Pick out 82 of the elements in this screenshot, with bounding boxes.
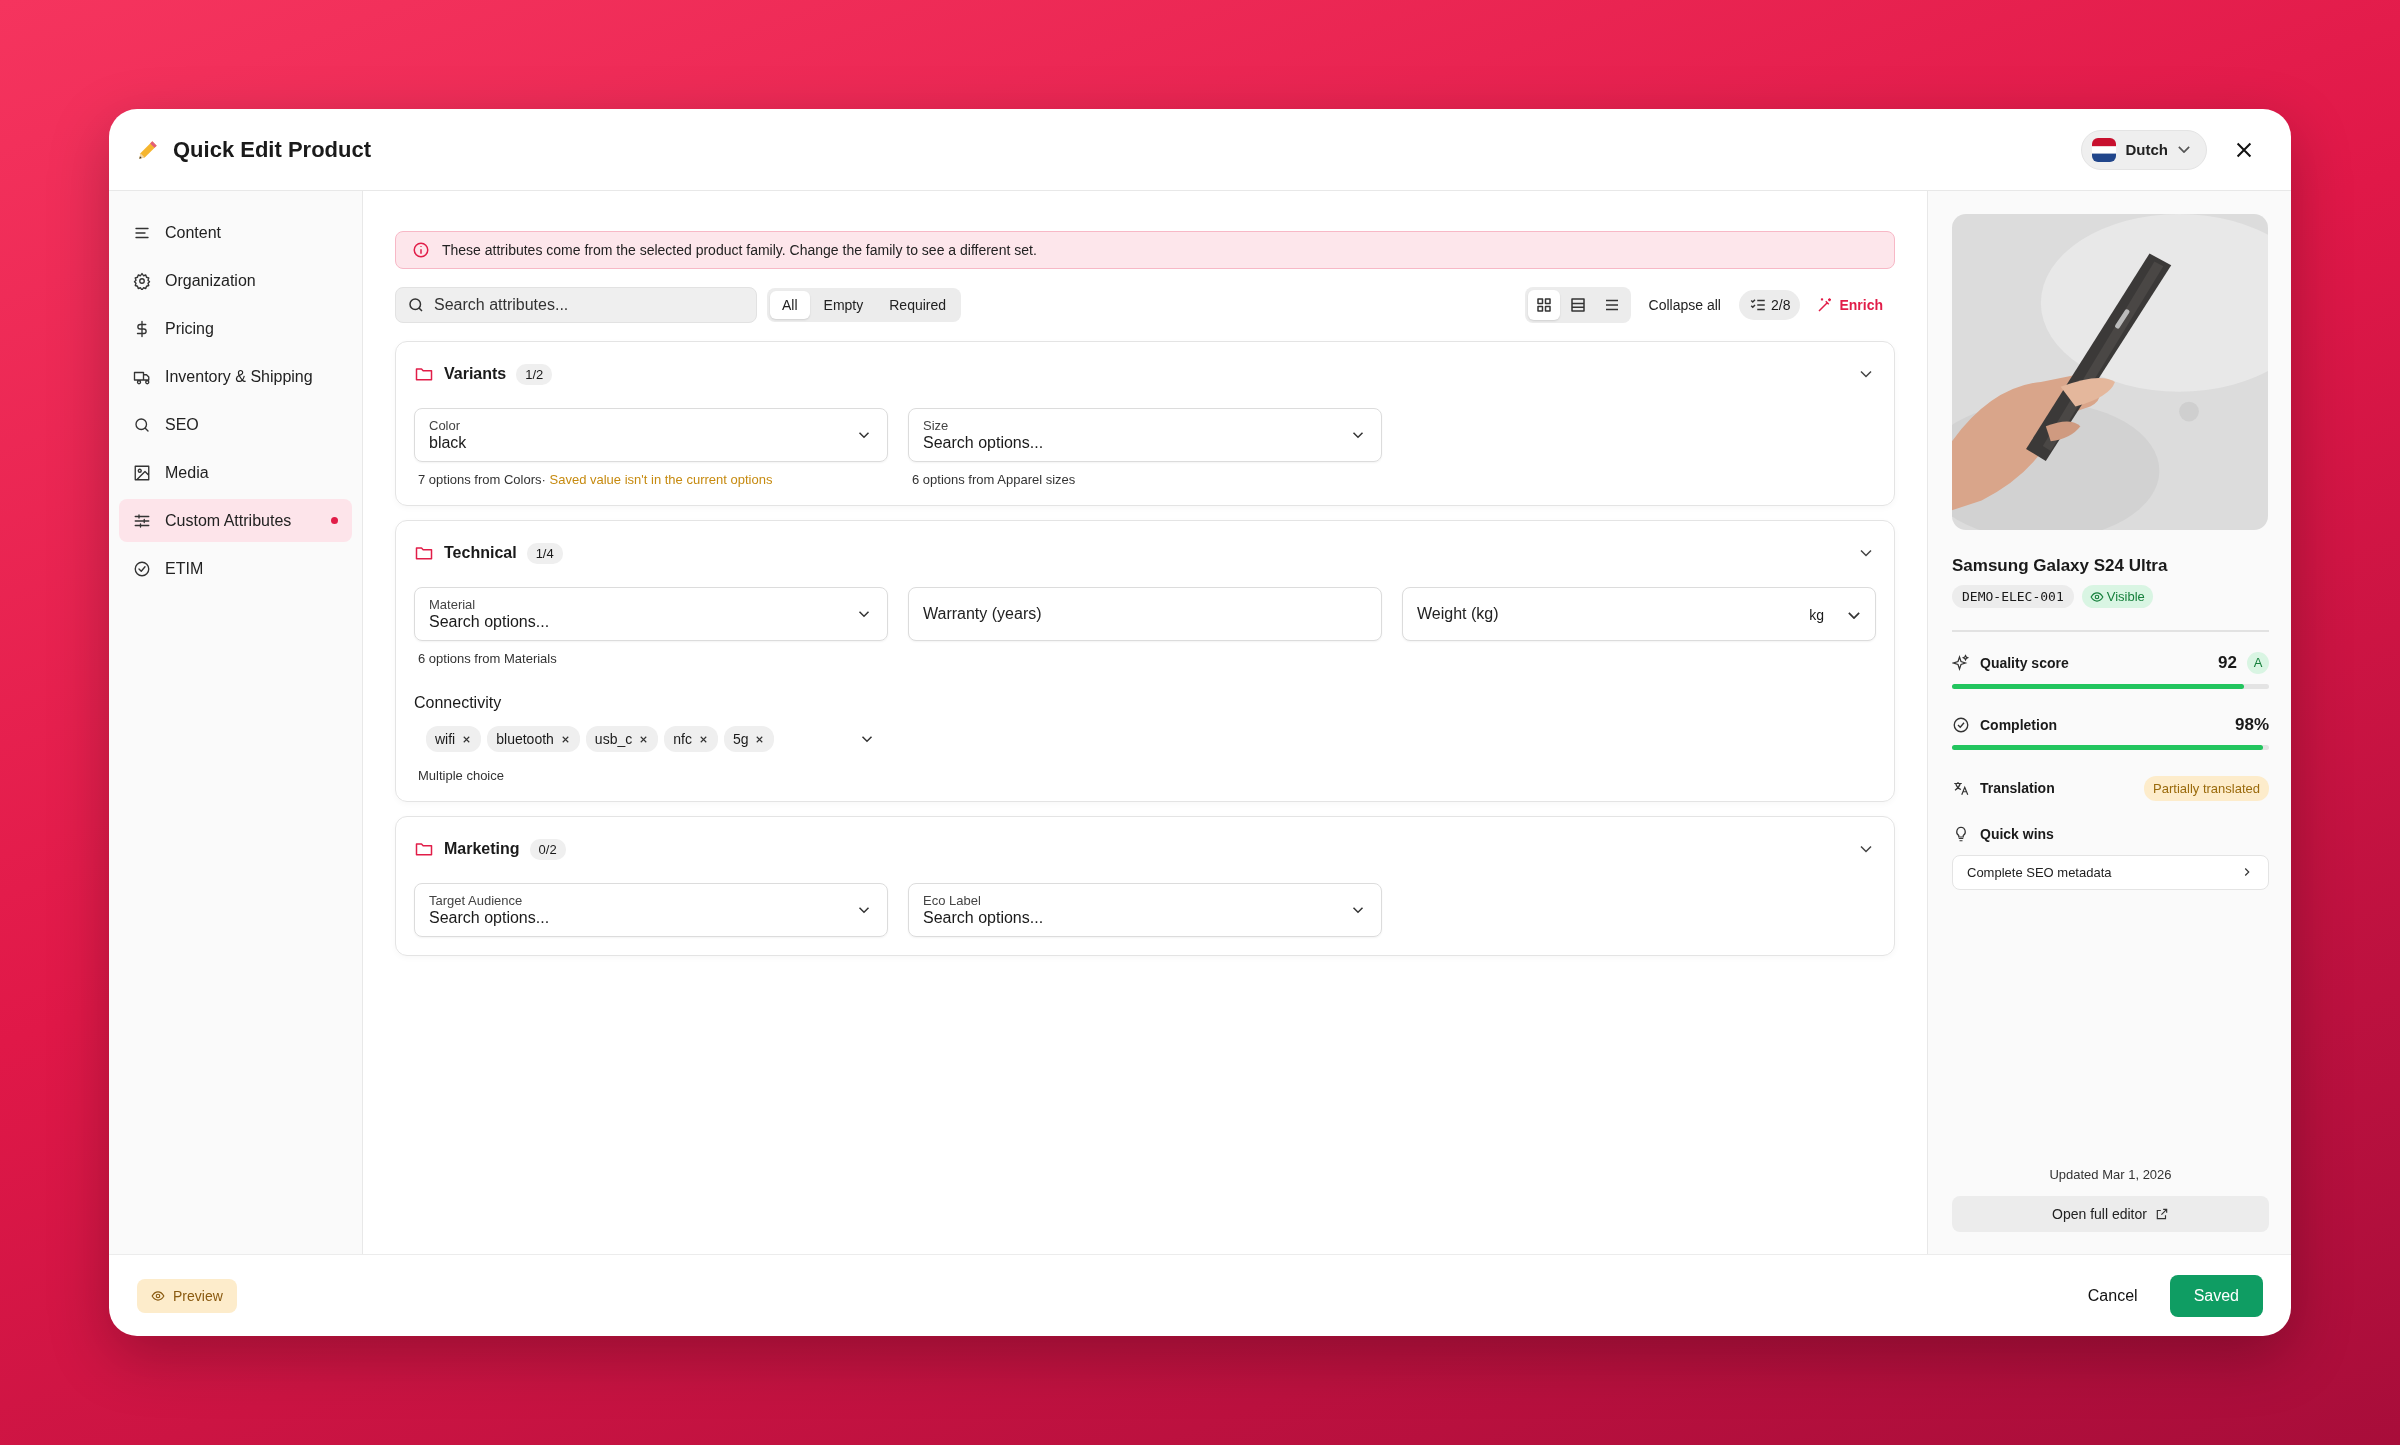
tag-label: bluetooth: [496, 731, 554, 747]
preview-button[interactable]: Preview: [137, 1278, 237, 1313]
status-label: Visible: [2106, 589, 2145, 604]
metric-value: 98%: [2234, 714, 2269, 735]
eye-icon: [151, 1288, 165, 1303]
sidebar-label: Pricing: [165, 319, 214, 338]
language-selector[interactable]: Dutch: [2080, 129, 2207, 170]
group-title: Technical: [444, 544, 517, 562]
sidebar-label: SEO: [165, 415, 199, 434]
metric-value: 92: [2218, 652, 2237, 673]
select-field[interactable]: Target Audience Search options...: [414, 883, 888, 937]
metric-label: Translation: [1980, 780, 2055, 796]
grid-icon: [1534, 296, 1553, 314]
collapse-all-button[interactable]: Collapse all: [1640, 297, 1729, 313]
sidebar-label: Media: [165, 463, 209, 482]
caret-icon: [2178, 146, 2190, 153]
tag-label: nfc: [673, 731, 692, 747]
caret-icon: [1848, 611, 1860, 619]
enrich-button[interactable]: Enrich: [1810, 296, 1895, 314]
metric-label: Completion: [1980, 716, 2057, 733]
sku-badge: DEMO-ELEC-001: [1952, 585, 2074, 608]
filter-tab[interactable]: Required: [877, 291, 959, 319]
translation-badge: Partially translated: [2144, 775, 2269, 801]
sidebar-label: ETIM: [165, 559, 204, 578]
sidebar-item[interactable]: Media: [119, 451, 352, 494]
group-count: 1/4: [526, 542, 563, 564]
sidebar-label: Inventory & Shipping: [165, 367, 313, 386]
field-hint: 6 options from Materials: [417, 651, 558, 666]
search-icon: [407, 296, 425, 314]
rows-icon: [1568, 296, 1587, 314]
tag-label: 5g: [732, 731, 749, 747]
open-full-editor-button[interactable]: Open full editor: [1952, 1196, 2269, 1232]
progress-count: 2/8: [1770, 297, 1791, 313]
gear-icon: [133, 271, 151, 290]
sliders-icon: [133, 511, 151, 530]
notice-text: These attributes come from the selected product family. Change the family to see a different set.: [442, 242, 1037, 258]
field-hint: Multiple choice: [417, 768, 505, 783]
search-field[interactable]: Search attributes...: [395, 287, 757, 323]
select-field[interactable]: Eco Label Search options...: [908, 883, 1382, 937]
eye-icon: [2089, 589, 2104, 604]
field-label: Connectivity: [414, 694, 503, 712]
translate-icon: [1952, 779, 1970, 797]
sidebar-label: Custom Attributes: [165, 511, 292, 530]
sidebar-item[interactable]: Pricing: [119, 307, 352, 350]
select-field[interactable]: Color black: [414, 408, 888, 462]
grid-view-button[interactable]: [1527, 290, 1560, 320]
cancel-button[interactable]: Cancel: [2077, 1278, 2148, 1313]
window-title: Quick Edit Product: [173, 136, 372, 163]
external-link-icon: [2154, 1207, 2169, 1221]
flag-icon: [2091, 137, 2116, 162]
filter-tab[interactable]: Empty: [811, 291, 876, 319]
sidebar-item[interactable]: ETIM: [119, 547, 352, 590]
sidebar-label: Organization: [165, 271, 256, 290]
quick-win-item[interactable]: Complete SEO metadata: [1952, 854, 2269, 890]
image-icon: [133, 463, 151, 482]
tag-label: wifi: [435, 731, 456, 747]
sidebar-item[interactable]: SEO: [119, 403, 352, 446]
product-name: Samsung Galaxy S24 Ultra: [1952, 556, 2169, 576]
text-field[interactable]: Warranty (years): [908, 587, 1382, 641]
sidebar-item[interactable]: Content: [119, 211, 352, 254]
group-count: 0/2: [529, 838, 566, 860]
unit-select[interactable]: kg: [1809, 607, 1824, 623]
select-field[interactable]: Material Search options...: [414, 587, 888, 641]
sidebar-item[interactable]: Inventory & Shipping: [119, 355, 352, 398]
sidebar-item[interactable]: Organization: [119, 259, 352, 302]
metric-label: Quick wins: [1980, 825, 2054, 842]
sidebar-label: Content: [165, 223, 222, 242]
info-icon: [412, 241, 430, 259]
group-count: 1/2: [516, 363, 553, 385]
field-hint: 6 options from Apparel sizes: [911, 472, 1077, 487]
field-hint: 7 options from Colors· Saved value isn't in the current options: [417, 472, 774, 487]
updated-text: Updated Mar 1, 2026: [2048, 1167, 2173, 1182]
filter-tab[interactable]: All: [770, 291, 810, 319]
metric-label: Quality score: [1980, 654, 2069, 671]
grade-badge: A: [2247, 651, 2269, 674]
group-title: Marketing: [444, 840, 520, 858]
sparkle-icon: [1952, 653, 1970, 672]
tag-label: usb_c: [594, 731, 633, 747]
select-field[interactable]: Size Search options...: [908, 408, 1382, 462]
sidebar-item[interactable]: Custom Attributes: [119, 499, 352, 542]
search-icon: [133, 415, 151, 434]
group-title: Variants: [444, 365, 507, 383]
